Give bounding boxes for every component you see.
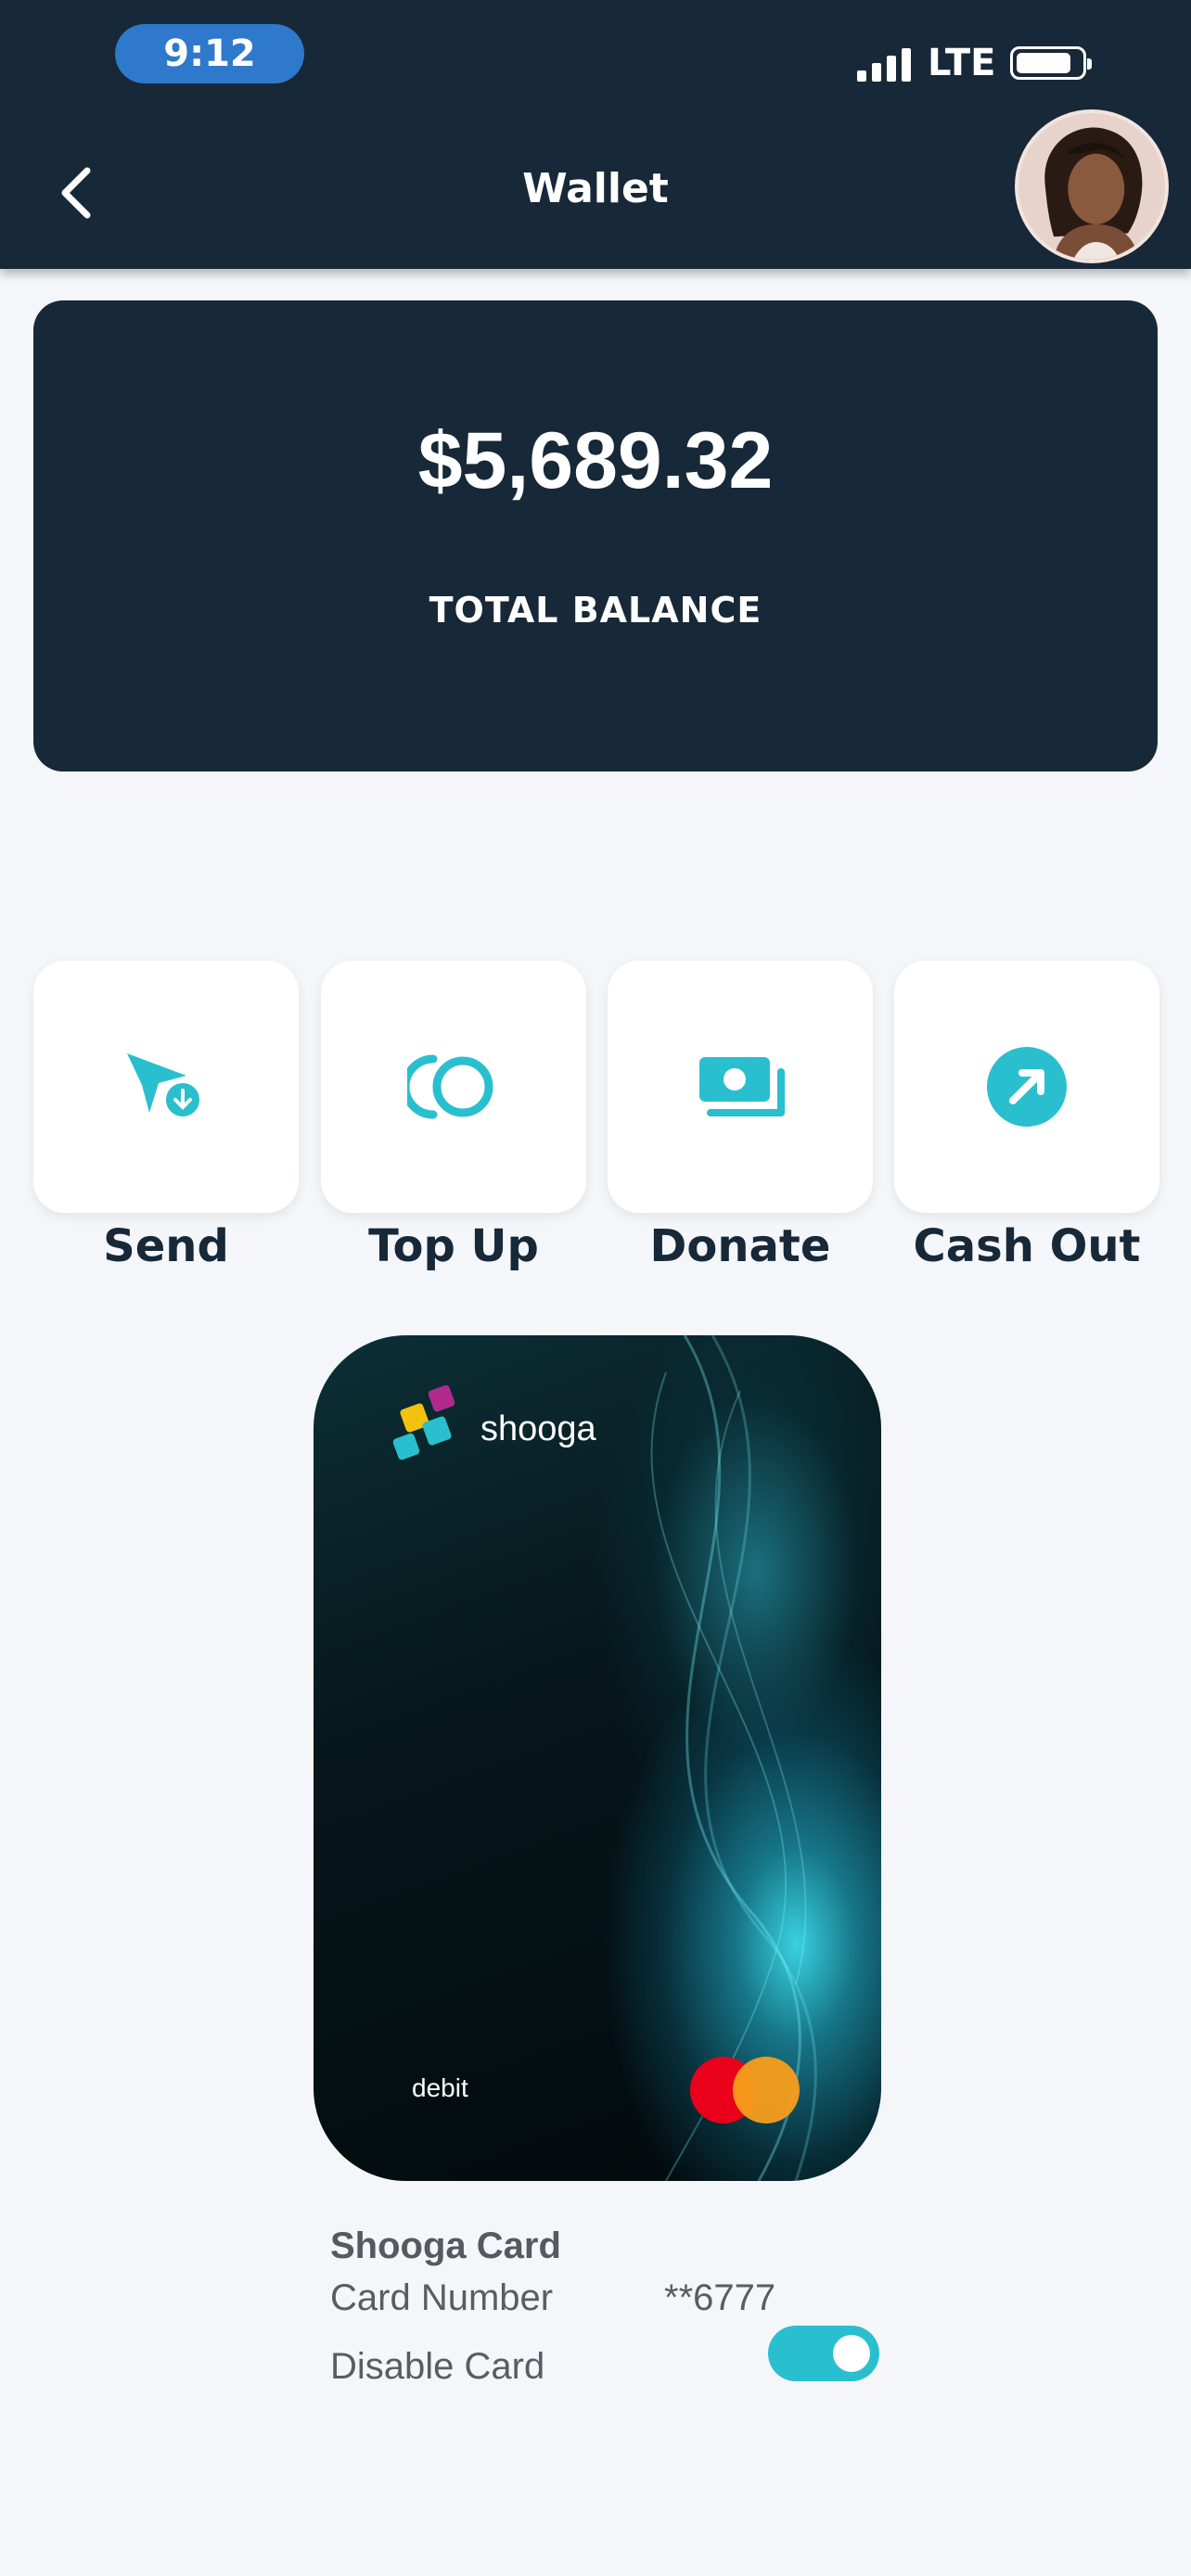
avatar[interactable] [1015,109,1169,263]
card-details: Shooga Card Card Number **6777 Disable C… [330,2225,775,2387]
card-title: Shooga Card [330,2225,561,2266]
signal-icon [857,45,911,82]
send-tile[interactable] [33,961,299,1213]
donate-label: Donate [649,1220,831,1272]
mastercard-logo-icon [690,2057,801,2123]
send-button[interactable]: Send [33,961,299,1272]
card-brand: shooga [480,1409,596,1448]
status-indicators: LTE [857,39,1093,87]
cash-out-label: Cash Out [913,1220,1141,1272]
total-balance-label: TOTAL BALANCE [429,590,762,631]
page-title: Wallet [522,165,669,212]
battery-icon [1010,46,1093,80]
top-up-button[interactable]: Top Up [321,961,586,1272]
cash-out-icon [987,1047,1067,1127]
top-up-label: Top Up [368,1220,539,1272]
send-icon [127,1053,203,1120]
profile-photo [1018,113,1165,260]
app-header: 9:12 LTE Wallet [0,0,1191,269]
disable-card-label: Disable Card [330,2346,545,2387]
total-balance-amount: $5,689.32 [417,416,774,505]
card-number-value: **6777 [664,2277,776,2318]
shooga-logo-icon [392,1384,455,1460]
debit-card[interactable]: shooga debit [314,1335,881,2181]
top-up-icon [407,1054,493,1119]
top-up-tile[interactable] [321,961,586,1213]
status-time: 9:12 [115,24,304,83]
cash-out-button[interactable]: Cash Out [894,961,1159,1272]
balance-card: $5,689.32 TOTAL BALANCE [33,300,1158,772]
send-label: Send [103,1220,229,1272]
disable-card-toggle[interactable] [768,2326,879,2381]
card-number-label: Card Number [330,2277,554,2318]
donate-button[interactable]: Donate [608,961,873,1272]
donate-icon [699,1057,785,1116]
donate-tile[interactable] [608,961,873,1213]
toggle-knob [833,2335,870,2372]
cash-out-tile[interactable] [894,961,1159,1213]
card-type-label: debit [412,2073,468,2102]
network-label: LTE [928,42,996,84]
